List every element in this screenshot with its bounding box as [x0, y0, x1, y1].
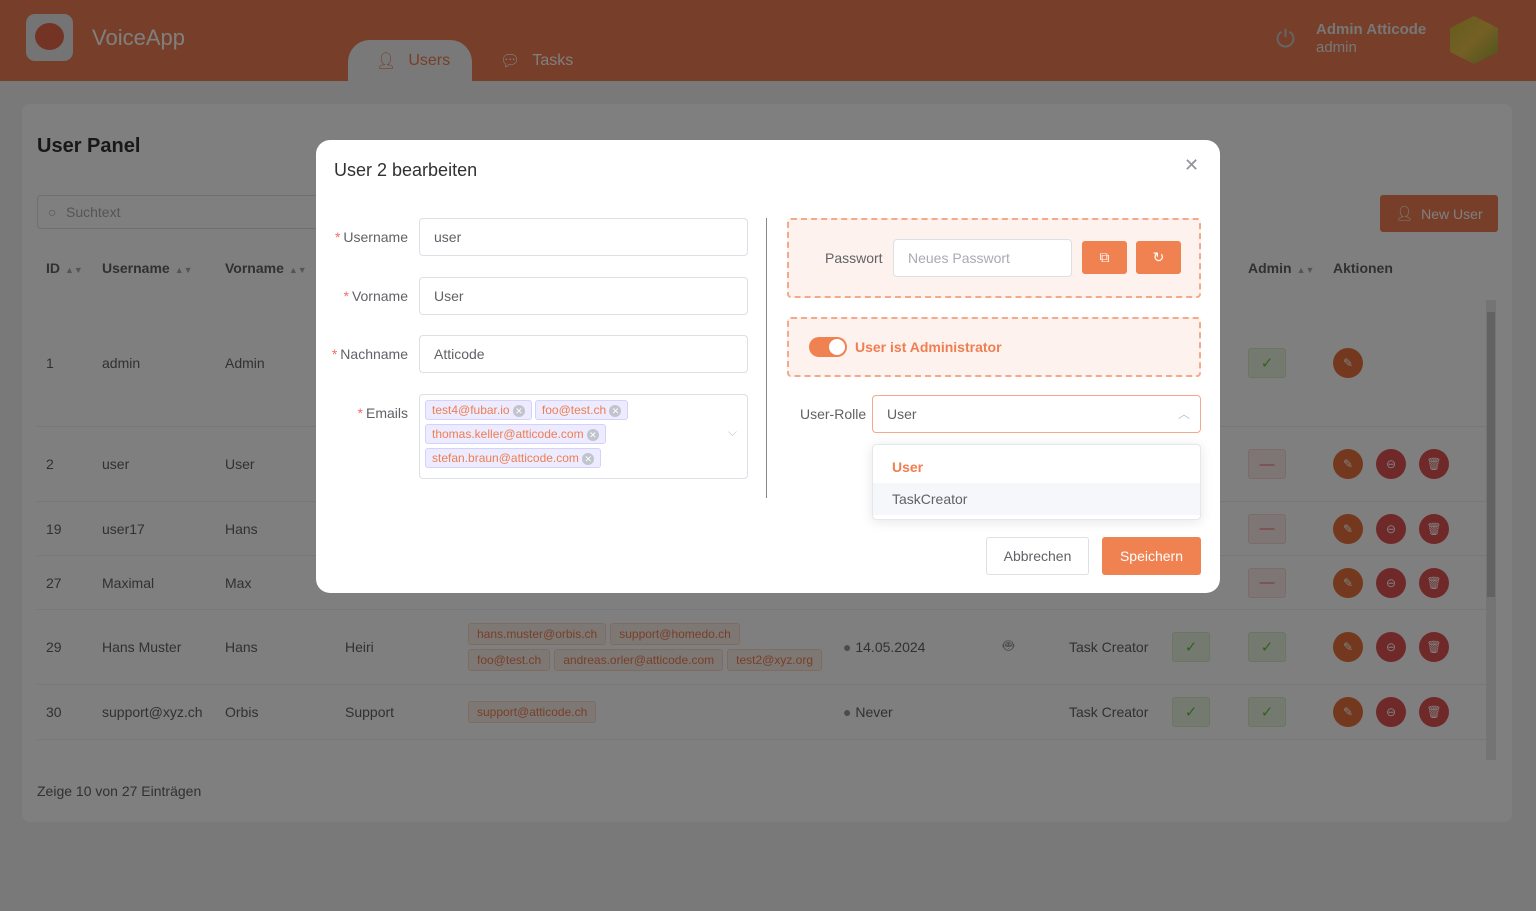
copy-password-button[interactable]: ⧉: [1082, 241, 1127, 274]
password-section: Passwort Neues Passwort ⧉ ↻: [787, 218, 1201, 298]
chevron-up-icon: ︿: [1177, 407, 1190, 421]
admin-section: User ist Administrator: [787, 317, 1201, 377]
nachname-field[interactable]: Atticode: [419, 335, 748, 373]
role-dropdown: User TaskCreator: [872, 444, 1201, 520]
edit-user-dialog: User 2 bearbeiten ✕ * Username user * Vorn…: [316, 140, 1220, 593]
vorname-label: * Vorname: [343, 288, 409, 304]
username-label: * Username: [334, 229, 408, 245]
emails-label: * Emails: [357, 405, 408, 421]
emails-multiselect[interactable]: test4@fubar.io ✕ foo@test.ch ✕ thomas.kell…: [419, 394, 748, 479]
password-input[interactable]: Neues Passwort: [893, 239, 1072, 277]
cancel-button[interactable]: Abbrechen: [986, 537, 1089, 575]
email-tag: foo@test.ch ✕: [534, 400, 629, 420]
email-tag: thomas.keller@atticode.com ✕: [425, 424, 606, 444]
generate-password-button[interactable]: ↻: [1136, 241, 1181, 274]
refresh-icon: ↻: [1152, 249, 1165, 265]
email-tag: test4@fubar.io ✕: [425, 400, 532, 420]
toggle-knob: [829, 339, 845, 355]
role-option-taskcreator[interactable]: TaskCreator: [873, 483, 1200, 515]
email-tags: test4@fubar.io ✕ foo@test.ch ✕ thomas.kell…: [425, 398, 717, 470]
tag-close-icon[interactable]: ✕: [512, 405, 525, 417]
email-tag: stefan.braun@atticode.com ✕: [425, 448, 602, 468]
password-label: Passwort: [825, 250, 883, 266]
copy-icon: ⧉: [1099, 249, 1110, 265]
role-select[interactable]: User ︿: [872, 395, 1201, 433]
nachname-label: * Nachname: [331, 346, 408, 362]
save-button[interactable]: Speichern: [1102, 537, 1201, 575]
divider: [766, 218, 767, 498]
close-icon[interactable]: ✕: [1184, 155, 1199, 176]
chevron-down-icon[interactable]: ⌵: [728, 425, 737, 440]
admin-toggle[interactable]: [809, 337, 847, 357]
tag-close-icon[interactable]: ✕: [582, 453, 595, 465]
role-label: User-Rolle: [800, 406, 867, 422]
vorname-field[interactable]: User: [419, 277, 748, 315]
tag-close-icon[interactable]: ✕: [586, 429, 599, 441]
username-field[interactable]: user: [419, 218, 748, 256]
admin-toggle-label: User ist Administrator: [855, 339, 1002, 355]
tag-close-icon[interactable]: ✕: [609, 405, 622, 417]
dialog-title: User 2 bearbeiten: [334, 160, 478, 180]
role-value: User: [887, 406, 917, 422]
role-option-user[interactable]: User: [873, 451, 1200, 483]
